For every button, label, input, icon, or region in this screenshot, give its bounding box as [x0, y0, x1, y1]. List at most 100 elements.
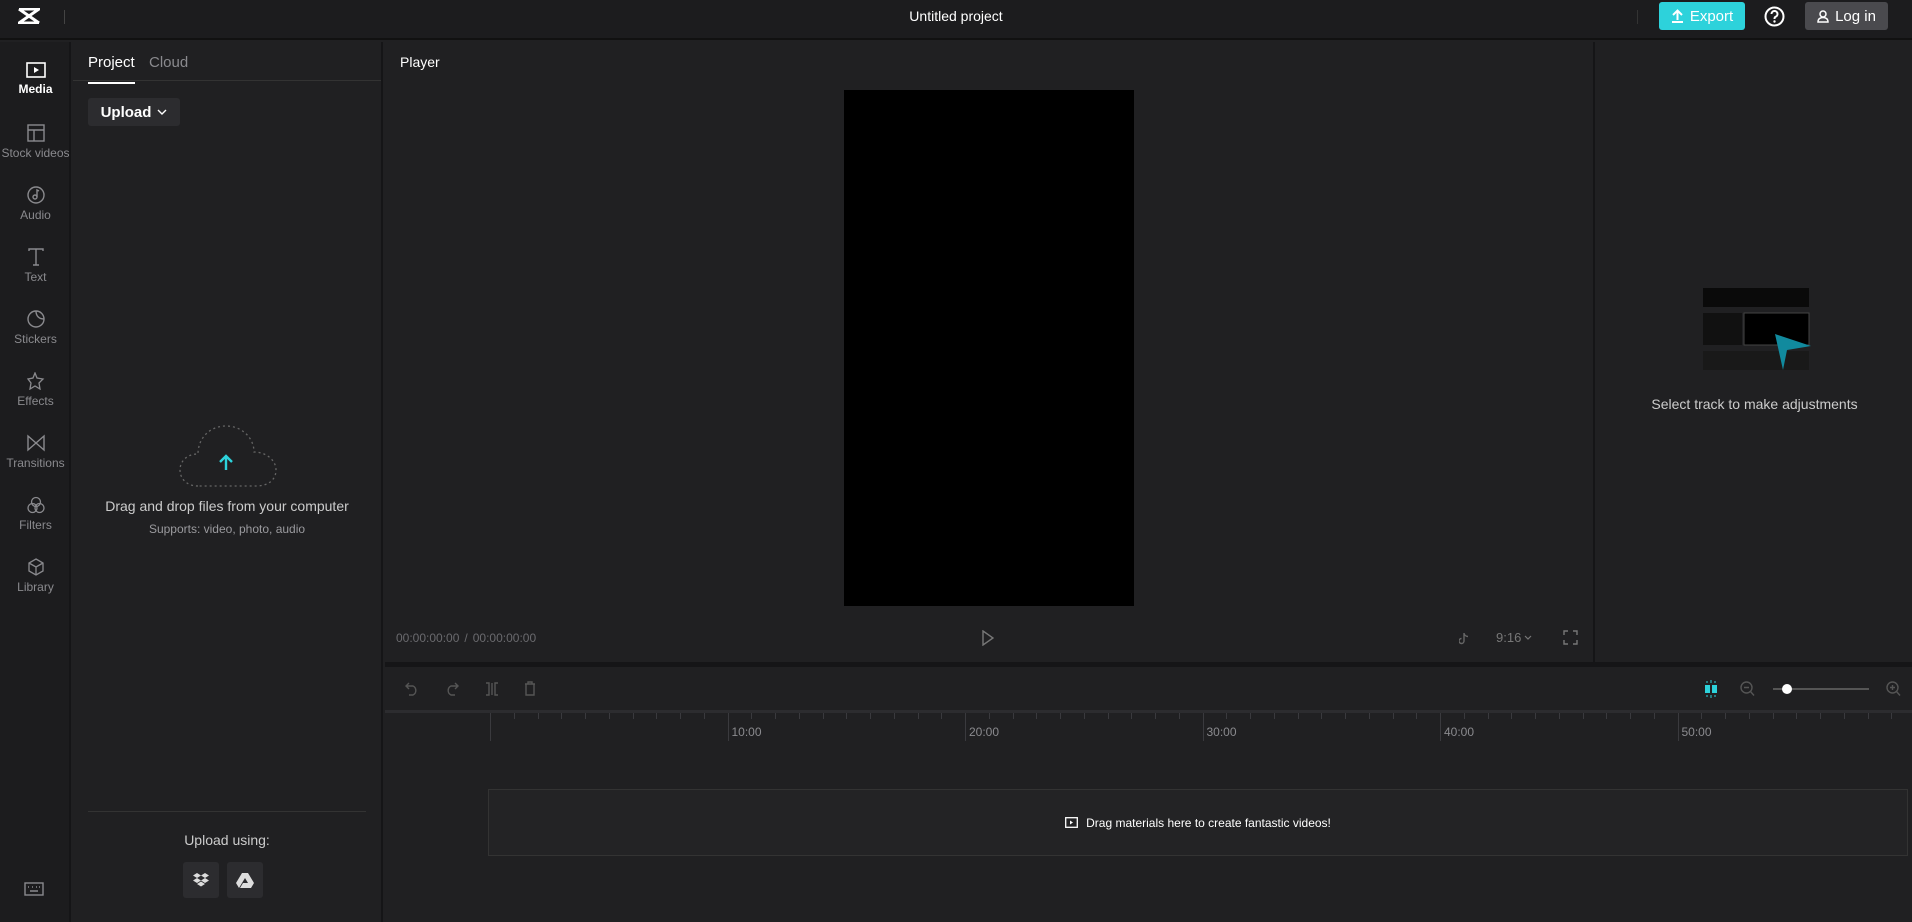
ruler-tick	[917, 713, 919, 719]
upload-using-label: Upload using:	[184, 832, 270, 848]
zoom-out-icon[interactable]	[1740, 681, 1755, 697]
time-ruler[interactable]: 10:00 20:00 30:00 40:00 50:00	[385, 713, 1912, 743]
effects-icon	[26, 372, 44, 390]
sidebar-item-library[interactable]: Library	[0, 558, 71, 594]
sidebar-item-audio[interactable]: Audio	[0, 186, 71, 222]
login-button[interactable]: Log in	[1805, 2, 1888, 30]
redo-icon[interactable]	[445, 682, 459, 696]
undo-icon[interactable]	[405, 682, 419, 696]
select-track-illustration	[1703, 288, 1811, 370]
ruler-tick	[490, 713, 491, 741]
text-icon	[27, 248, 44, 266]
dropbox-button[interactable]	[183, 862, 219, 898]
help-icon[interactable]	[1764, 6, 1785, 27]
fullscreen-icon[interactable]	[1563, 630, 1578, 645]
stock-videos-icon	[26, 124, 45, 142]
filters-icon	[26, 496, 45, 514]
drop-subtitle: Supports: video, photo, audio	[148, 522, 306, 536]
audio-icon	[26, 186, 45, 204]
media-panel: Project Cloud Upload Drag and drop files…	[73, 42, 383, 922]
inspector-message: Select track to make adjustments	[1651, 396, 1858, 412]
media-icon	[1065, 817, 1079, 828]
ruler-tick	[1677, 713, 1679, 741]
divider	[1637, 10, 1638, 24]
sidebar-item-stock-videos[interactable]: Stock videos	[0, 124, 71, 160]
ruler-tick	[1867, 713, 1869, 719]
ruler-label: 20:00	[969, 725, 1000, 739]
ruler-tick	[1321, 713, 1323, 719]
upload-dropdown[interactable]: Upload	[88, 98, 180, 126]
player-panel: Player 00:00:00:00 / 00:00:00:00 9:16	[385, 42, 1595, 662]
ruler-tick	[1772, 713, 1774, 719]
sidebar-item-filters[interactable]: Filters	[0, 496, 71, 532]
ruler-tick	[1653, 713, 1655, 719]
total-time: 00:00:00:00	[472, 631, 537, 645]
sidebar-item-transitions[interactable]: Transitions	[0, 434, 71, 470]
ruler-tick	[965, 713, 966, 741]
ruler-tick	[1701, 713, 1703, 719]
ruler-tick	[893, 713, 895, 719]
play-icon[interactable]	[982, 630, 994, 646]
ruler-tick	[846, 713, 848, 719]
timeline-panel: 10:00 20:00 30:00 40:00 50:00 Drag materials…	[385, 662, 1912, 922]
ruler-tick	[1416, 713, 1418, 719]
zoom-slider-handle[interactable]	[1782, 684, 1793, 694]
transitions-icon	[26, 434, 45, 452]
ruler-tick	[1748, 713, 1750, 719]
sidebar-item-stickers[interactable]: Stickers	[0, 310, 71, 346]
ruler-label: 30:00	[1206, 725, 1237, 739]
tab-cloud[interactable]: Cloud	[149, 54, 188, 71]
ruler-tick	[1558, 713, 1560, 719]
ruler-tick	[1131, 713, 1133, 719]
tiktok-icon[interactable]	[1459, 632, 1469, 645]
ruler-tick	[1820, 713, 1821, 719]
chevron-down-icon	[1524, 635, 1532, 640]
google-drive-button[interactable]	[227, 862, 263, 898]
ruler-tick	[703, 713, 705, 719]
media-icon	[25, 62, 46, 78]
split-icon[interactable]	[485, 682, 499, 696]
ruler-tick	[941, 713, 943, 719]
ruler-tick	[1155, 713, 1156, 719]
ruler-label: 40:00	[1444, 725, 1475, 739]
current-time: 00:00:00:00	[396, 631, 460, 645]
ruler-tick	[1606, 713, 1608, 719]
ruler-tick	[1202, 713, 1204, 741]
tab-project[interactable]: Project	[88, 54, 135, 84]
ruler-tick	[513, 713, 515, 719]
aspect-ratio-dropdown[interactable]: 9:16	[1496, 630, 1532, 645]
library-icon	[27, 558, 44, 576]
track-drop-zone[interactable]: Drag materials here to create fantastic …	[488, 789, 1908, 856]
export-button[interactable]: Export	[1659, 2, 1745, 30]
cloud-upload-icon[interactable]	[178, 422, 278, 488]
stickers-icon	[26, 310, 45, 328]
ruler-tick	[561, 713, 563, 719]
ruler-tick	[1796, 713, 1798, 719]
divider	[88, 811, 366, 812]
drop-hint: Drag materials here to create fantastic …	[1086, 815, 1331, 830]
keyboard-icon[interactable]	[24, 882, 44, 896]
delete-icon[interactable]	[524, 681, 536, 696]
ruler-tick	[585, 713, 586, 719]
video-preview[interactable]	[844, 90, 1134, 606]
ruler-tick	[727, 713, 729, 741]
zoom-in-icon[interactable]	[1886, 681, 1901, 697]
ruler-tick	[608, 713, 610, 719]
ruler-tick	[1036, 713, 1038, 719]
ruler-tick	[1273, 713, 1275, 719]
ruler-tick	[1060, 713, 1061, 719]
sidebar-item-text[interactable]: Text	[0, 248, 71, 284]
sidebar: Media Stock videos Audio Text Stickers E…	[0, 42, 71, 922]
ruler-tick	[632, 713, 634, 719]
ruler-tick	[537, 713, 539, 719]
upload-icon	[1671, 9, 1683, 23]
ruler-tick	[1440, 713, 1441, 741]
project-title[interactable]: Untitled project	[0, 8, 1912, 24]
sidebar-item-media[interactable]: Media	[0, 62, 71, 96]
ruler-tick	[1012, 713, 1014, 719]
sidebar-item-effects[interactable]: Effects	[0, 372, 71, 408]
magnet-snap-icon[interactable]	[1703, 680, 1719, 698]
ruler-tick	[870, 713, 871, 719]
ruler-tick	[1725, 713, 1726, 719]
ruler-tick	[798, 713, 800, 719]
